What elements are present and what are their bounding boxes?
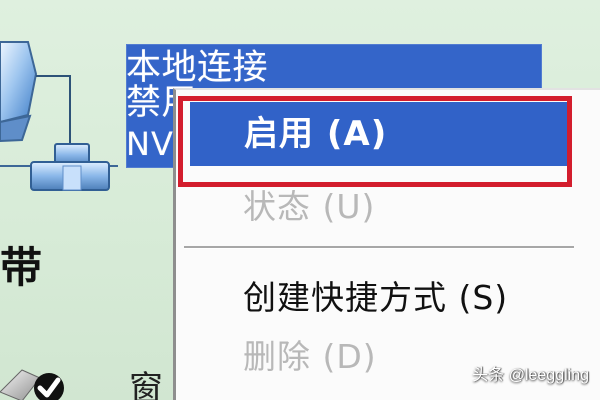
connection-status-icon xyxy=(0,369,64,400)
context-menu: 启用 (A) 状态 (U) 创建快捷方式 (S) 删除 (D) xyxy=(173,88,600,400)
network-connection-icon xyxy=(0,41,118,191)
menu-item-enable[interactable]: 启用 (A) xyxy=(190,102,568,166)
background-partial-char: 窗 xyxy=(129,369,163,400)
menu-item-create-shortcut[interactable]: 创建快捷方式 (S) xyxy=(176,281,600,314)
connection-device-prefix: NV xyxy=(126,125,174,163)
windows-network-connection-screen: 带 窗 本地连接 禁用 NV 启用 (A) 状态 (U) 创建快捷方式 (S) … xyxy=(0,0,600,400)
background-partial-char: 带 xyxy=(0,243,42,292)
menu-item-status: 状态 (U) xyxy=(243,187,376,226)
watermark: 头条 @leeggling xyxy=(472,367,589,384)
menu-separator xyxy=(184,246,574,248)
connection-name: 本地连接 xyxy=(126,48,269,88)
